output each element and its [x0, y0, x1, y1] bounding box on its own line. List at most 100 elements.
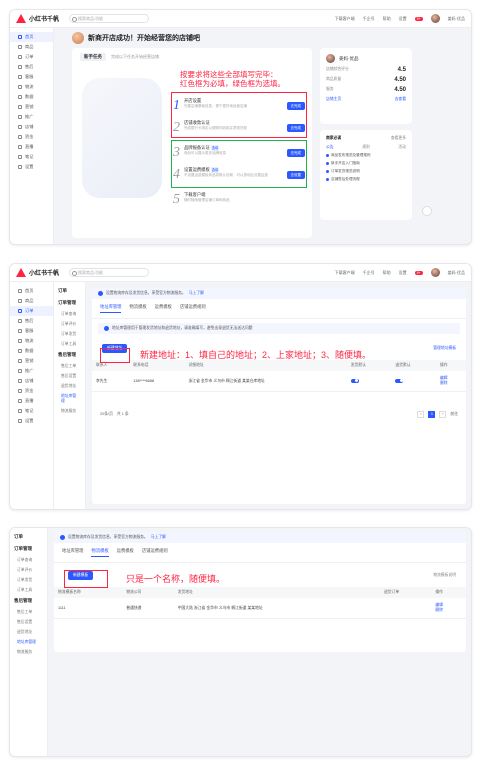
- subnav-group[interactable]: 售后管理: [10, 595, 47, 607]
- subnav-item[interactable]: 订单查询: [10, 555, 47, 565]
- sidebar-item[interactable]: 首页: [10, 32, 53, 42]
- manage-template-link[interactable]: 管理地址模板: [433, 346, 456, 351]
- user-name[interactable]: 姜妈·优品: [448, 16, 465, 22]
- sidebar-item[interactable]: 资金: [10, 132, 53, 142]
- sidebar-item[interactable]: 首页: [10, 286, 53, 296]
- sidebar-item[interactable]: 店铺: [10, 376, 53, 386]
- subnav-item[interactable]: 订单查询: [54, 309, 85, 319]
- subnav-item[interactable]: 订单评价: [10, 565, 47, 575]
- subnav-item[interactable]: 物流服务: [10, 647, 47, 657]
- shop-view-button[interactable]: 去查看: [395, 97, 406, 102]
- sidebar-item[interactable]: 售后: [10, 316, 53, 326]
- template-help-link[interactable]: 物流模板说明: [433, 573, 456, 578]
- avatar[interactable]: [430, 268, 440, 277]
- subnav-item[interactable]: 退货地址: [10, 627, 47, 637]
- qiye-link[interactable]: 千企号: [363, 16, 375, 22]
- sidebar-item[interactable]: 推广: [10, 366, 53, 376]
- must-read-item[interactable]: 新手开店入门指南: [331, 161, 360, 166]
- edit-link[interactable]: 编辑: [435, 603, 443, 607]
- tab-freight-template[interactable]: 运费模板: [117, 548, 134, 557]
- sidebar-item[interactable]: 直播: [10, 142, 53, 152]
- download-link[interactable]: 下载客户端: [335, 270, 355, 276]
- step-action-button[interactable]: 去设置: [286, 171, 305, 179]
- subnav-item[interactable]: 售后工单: [54, 361, 85, 371]
- sidebar-item[interactable]: 商品: [10, 42, 53, 52]
- sidebar-item[interactable]: 物流: [10, 336, 53, 346]
- help-link[interactable]: 帮助: [383, 270, 391, 276]
- subnav-item[interactable]: 订单工具: [54, 339, 85, 349]
- subnav-item[interactable]: 售后设置: [54, 371, 85, 381]
- customer-service-icon[interactable]: [422, 206, 432, 216]
- sidebar-item[interactable]: 数据: [10, 346, 53, 356]
- subnav-item[interactable]: 退货地址: [54, 381, 85, 391]
- tab-address[interactable]: 地址库管理: [100, 304, 122, 313]
- sidebar-item[interactable]: 笔记: [10, 152, 53, 162]
- sidebar-item[interactable]: 物流: [10, 82, 53, 92]
- tab-logistics-template[interactable]: 物流模板: [129, 304, 146, 313]
- tab-freight-rules[interactable]: 店铺运费规则: [180, 304, 206, 313]
- must-read-item[interactable]: 商品发布规范及管理规则: [331, 153, 371, 158]
- sidebar-item[interactable]: 数据: [10, 92, 53, 102]
- step-action-button[interactable]: 去完成: [286, 124, 305, 132]
- notification-badge[interactable]: 9+: [414, 270, 423, 275]
- task-tab[interactable]: 新手任务: [80, 53, 106, 61]
- current-page[interactable]: 1: [428, 411, 436, 418]
- sidebar-item[interactable]: 直播: [10, 396, 53, 406]
- sidebar-item[interactable]: 客服: [10, 72, 53, 82]
- notice-link[interactable]: 马上了解: [189, 291, 204, 296]
- delete-link[interactable]: 删除: [435, 608, 443, 612]
- subnav-item[interactable]: 地址库管理: [54, 391, 85, 406]
- subnav-item[interactable]: 售后设置: [10, 617, 47, 627]
- subnav-item[interactable]: 订单发货: [54, 329, 85, 339]
- notice-link[interactable]: 马上了解: [151, 535, 166, 540]
- delete-link[interactable]: 删除: [440, 381, 448, 385]
- avatar[interactable]: [430, 14, 440, 23]
- sidebar-item[interactable]: 商品: [10, 296, 53, 306]
- tab-freight-rules[interactable]: 店铺运费规则: [142, 548, 168, 557]
- sidebar-item[interactable]: 订单: [10, 306, 53, 316]
- must-read-item[interactable]: 订单发货规范说明: [331, 169, 360, 174]
- sidebar-item[interactable]: 资金: [10, 386, 53, 396]
- logo[interactable]: 小红书千帆: [16, 14, 59, 23]
- subnav-item[interactable]: 物流服务: [54, 406, 85, 416]
- sidebar-item[interactable]: 营销: [10, 102, 53, 112]
- edit-link[interactable]: 编辑: [440, 376, 448, 380]
- sidebar-item[interactable]: 售后: [10, 62, 53, 72]
- subnav-group[interactable]: 订单管理: [10, 543, 47, 555]
- subnav-group[interactable]: 订单管理: [54, 297, 85, 309]
- sidebar-item[interactable]: 设置: [10, 162, 53, 172]
- step-action-button[interactable]: 去完成: [286, 102, 305, 110]
- settings-link[interactable]: 设置: [399, 16, 407, 22]
- must-read-more-link[interactable]: 查看更多: [391, 136, 406, 141]
- tab-address[interactable]: 地址库管理: [62, 548, 83, 557]
- return-default-toggle[interactable]: [395, 378, 404, 383]
- step-action-button[interactable]: 去完成: [286, 149, 305, 157]
- tab-logistics-template[interactable]: 物流模板: [91, 548, 109, 557]
- tab-activity[interactable]: 活动: [398, 145, 406, 150]
- subnav-item[interactable]: 地址库管理: [10, 637, 47, 647]
- sidebar-item[interactable]: 订单: [10, 52, 53, 62]
- sidebar-item[interactable]: 客服: [10, 326, 53, 336]
- download-link[interactable]: 下载客户端: [335, 16, 355, 22]
- subnav-group[interactable]: 售后管理: [54, 349, 85, 361]
- next-page-button[interactable]: ›: [439, 411, 447, 418]
- page-size-select[interactable]: 20条/页: [100, 412, 113, 417]
- qiye-link[interactable]: 千企号: [363, 270, 375, 276]
- tab-freight-template[interactable]: 运费模板: [155, 304, 172, 313]
- subnav-item[interactable]: 订单工具: [10, 585, 47, 595]
- subnav-item[interactable]: 售后工单: [10, 607, 47, 617]
- subnav-item[interactable]: 订单评价: [54, 319, 85, 329]
- tab-rules[interactable]: 规则: [362, 145, 370, 150]
- settings-link[interactable]: 设置: [399, 270, 407, 276]
- tab-notice[interactable]: 公告: [326, 145, 334, 150]
- goto-page[interactable]: 前往: [450, 412, 458, 417]
- subnav-item[interactable]: 订单发货: [10, 575, 47, 585]
- notification-badge[interactable]: 9+: [414, 16, 423, 21]
- shop-home-link[interactable]: 店铺主页: [326, 97, 341, 102]
- sidebar-item[interactable]: 设置: [10, 416, 53, 426]
- sidebar-item[interactable]: 推广: [10, 112, 53, 122]
- ship-default-toggle[interactable]: [350, 378, 359, 383]
- user-name[interactable]: 姜妈·优品: [448, 270, 465, 276]
- sidebar-item[interactable]: 营销: [10, 356, 53, 366]
- must-read-item[interactable]: 店铺售后处理流程: [331, 177, 360, 182]
